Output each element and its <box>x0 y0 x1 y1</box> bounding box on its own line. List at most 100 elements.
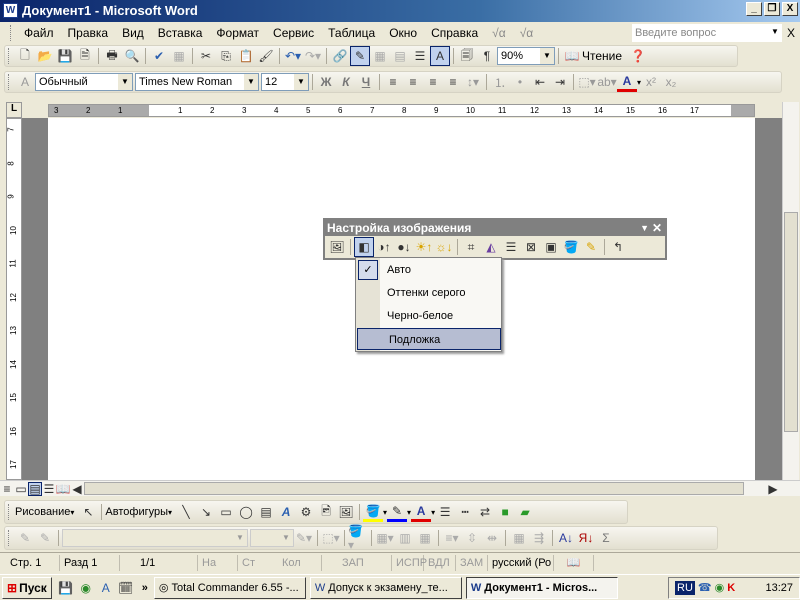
status-overtype[interactable]: ЗАМ <box>456 554 488 571</box>
tray-kaspersky-icon[interactable]: K <box>727 582 735 594</box>
menu-format[interactable]: Формат <box>216 26 259 40</box>
borders-icon[interactable]: ⬚▾ <box>577 72 597 92</box>
scroll-thumb[interactable] <box>784 212 798 432</box>
compress-pictures-icon[interactable]: ⊠ <box>521 237 541 257</box>
chevron-down-icon[interactable]: ▼ <box>279 530 293 546</box>
spelling-status-icon[interactable]: 📖 <box>554 554 594 571</box>
grip[interactable] <box>10 25 13 41</box>
read-button[interactable]: Чтение <box>582 49 622 63</box>
autoformat-icon[interactable]: ▦ <box>509 528 529 548</box>
numbering-icon[interactable]: ⒈ <box>490 72 510 92</box>
align-center-icon[interactable]: ≡ <box>403 72 423 92</box>
insert-excel-icon[interactable]: ▤ <box>390 46 410 66</box>
line-weight-select[interactable]: ▼ <box>250 529 294 547</box>
bullets-icon[interactable]: • <box>510 72 530 92</box>
tray-network-icon[interactable]: ◉ <box>715 581 725 594</box>
border-color-icon[interactable]: ✎▾ <box>294 528 314 548</box>
3d-icon[interactable]: ▰ <box>515 502 535 522</box>
menu-edit[interactable]: Правка <box>68 26 109 40</box>
font-select[interactable]: Times New Roman ▼ <box>135 73 259 91</box>
close-button[interactable]: X <box>782 2 798 16</box>
merge-cells-icon[interactable]: ▥ <box>395 528 415 548</box>
eraser-icon[interactable]: ✎ <box>35 528 55 548</box>
quicklaunch-more[interactable]: » <box>142 582 148 594</box>
chevron-down-icon[interactable]: ▼ <box>244 74 258 90</box>
italic-button[interactable]: К <box>336 72 356 92</box>
open-icon[interactable]: 📂 <box>35 46 55 66</box>
reset-picture-icon[interactable]: ↰ <box>608 237 628 257</box>
fill-color-icon[interactable]: 🪣 <box>363 502 384 522</box>
align-icon[interactable]: ≡▾ <box>442 528 462 548</box>
undo-icon[interactable]: ↶▾ <box>283 46 303 66</box>
line-style-select[interactable]: ▼ <box>62 529 248 547</box>
print-icon[interactable]: 🖶 <box>102 46 122 66</box>
chevron-down-icon[interactable]: ▼ <box>233 530 247 546</box>
split-cells-icon[interactable]: ▦ <box>415 528 435 548</box>
chevron-down-icon[interactable]: ▼ <box>118 74 132 90</box>
status-language[interactable]: русский (Ро <box>488 554 554 571</box>
line-spacing-icon[interactable]: ↕▾ <box>463 72 483 92</box>
hyperlink-icon[interactable]: 🔗 <box>330 46 350 66</box>
picture-toolbar-title-bar[interactable]: Настройка изображения ▼ ✕ <box>325 220 665 236</box>
menu-insert[interactable]: Вставка <box>158 26 203 40</box>
redo-icon[interactable]: ↷▾ <box>303 46 323 66</box>
sort-ascending-icon[interactable]: А↓ <box>556 528 576 548</box>
taskbar-word-doc-1[interactable]: W Допуск к экзамену_те... <box>309 576 462 599</box>
font-color-icon[interactable]: A <box>411 502 432 522</box>
shading-icon[interactable]: 🪣▾ <box>348 524 368 552</box>
less-brightness-icon[interactable]: ☼↓ <box>434 237 454 257</box>
menu-help[interactable]: Справка <box>431 26 478 40</box>
menu-item-washout[interactable]: Подложка <box>357 328 501 350</box>
equation-icon[interactable]: √α <box>492 26 506 40</box>
show-formatting-icon[interactable]: ¶ <box>477 46 497 66</box>
horizontal-scroll-thumb[interactable] <box>84 482 744 495</box>
wordart-icon[interactable]: A <box>276 502 296 522</box>
grip[interactable] <box>8 530 11 546</box>
save-icon[interactable]: 💾 <box>55 46 75 66</box>
grip[interactable] <box>8 48 11 64</box>
drawing-menu-button[interactable]: Рисование <box>15 506 70 518</box>
distribute-rows-icon[interactable]: ⇳ <box>462 528 482 548</box>
more-brightness-icon[interactable]: ☀↑ <box>414 237 434 257</box>
decrease-indent-icon[interactable]: ⇤ <box>530 72 550 92</box>
menu-window[interactable]: Окно <box>389 26 417 40</box>
status-rec[interactable]: ЗАП <box>322 554 392 571</box>
zoom-select[interactable]: 90% ▼ <box>497 47 555 65</box>
tables-borders-icon[interactable]: ✎ <box>350 46 370 66</box>
dash-style-icon[interactable]: ┅ <box>455 502 475 522</box>
menu-item-black-white[interactable]: Черно-белое <box>356 305 501 327</box>
quicklaunch-globe-icon[interactable]: ◉ <box>76 578 96 598</box>
select-objects-icon[interactable]: ↖ <box>78 502 98 522</box>
autosum-icon[interactable]: Σ <box>596 528 616 548</box>
distribute-columns-icon[interactable]: ⇹ <box>482 528 502 548</box>
outline-view-icon[interactable]: ☰ <box>42 482 56 496</box>
language-indicator[interactable]: RU <box>675 580 695 595</box>
subscript-icon[interactable]: x₂ <box>661 72 681 92</box>
font-size-select[interactable]: 12 ▼ <box>261 73 309 91</box>
bold-button[interactable]: Ж <box>316 72 336 92</box>
set-transparent-color-icon[interactable]: ✎ <box>581 237 601 257</box>
status-extend[interactable]: ВДЛ <box>424 554 456 571</box>
oval-icon[interactable]: ◯ <box>236 502 256 522</box>
help-search-input[interactable]: Введите вопрос ▼ <box>632 24 782 42</box>
permission-icon[interactable]: 🗎 <box>75 46 95 66</box>
menu-table[interactable]: Таблица <box>328 26 375 40</box>
new-icon[interactable]: 🗋 <box>15 46 35 66</box>
picture-icon[interactable]: 🖼 <box>336 502 356 522</box>
rotate-left-icon[interactable]: ◭ <box>481 237 501 257</box>
crop-icon[interactable]: ⌗ <box>461 237 481 257</box>
normal-view-icon[interactable]: ≡ <box>0 482 14 496</box>
menu-tools[interactable]: Сервис <box>273 26 314 40</box>
quicklaunch-a-icon[interactable]: A <box>96 578 116 598</box>
quicklaunch-calendar-icon[interactable]: 🗓 <box>116 578 136 598</box>
superscript-icon[interactable]: x² <box>641 72 661 92</box>
paste-icon[interactable]: 📋 <box>236 46 256 66</box>
minimize-button[interactable]: _ <box>746 2 762 16</box>
diagram-icon[interactable]: ⚙ <box>296 502 316 522</box>
status-track[interactable]: ИСПР <box>392 554 427 571</box>
close-icon[interactable]: ✕ <box>652 220 662 236</box>
draw-table-icon[interactable]: ✎ <box>15 528 35 548</box>
arrow-icon[interactable]: ↘ <box>196 502 216 522</box>
line-icon[interactable]: ╲ <box>176 502 196 522</box>
scroll-left-icon[interactable]: ◀ <box>70 482 84 496</box>
